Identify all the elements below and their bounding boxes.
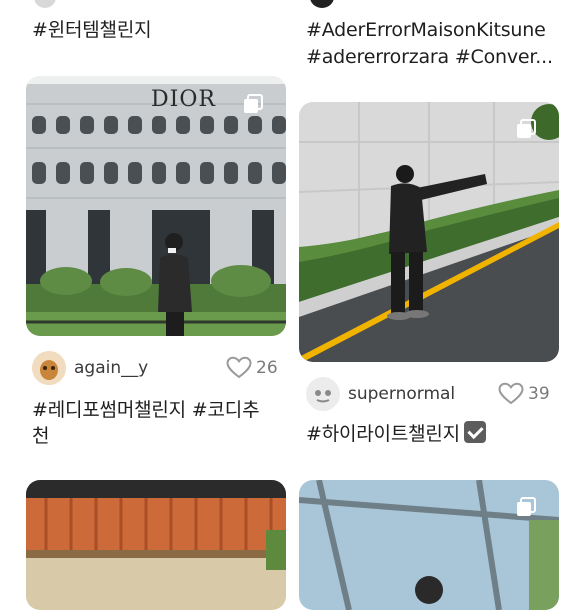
- username[interactable]: again__y: [74, 358, 148, 378]
- post-image-dior[interactable]: DIOR: [26, 76, 286, 336]
- post-image-roof[interactable]: [26, 480, 286, 610]
- heart-icon[interactable]: [226, 356, 252, 380]
- post-image-street[interactable]: [299, 102, 559, 362]
- avatar[interactable]: [306, 377, 340, 411]
- like-count: 26: [256, 358, 278, 378]
- dior-sign: DIOR: [151, 87, 216, 112]
- post-right-like[interactable]: 39: [498, 376, 550, 412]
- top-right-caption-line2[interactable]: #adererrorzara #Conver...: [306, 43, 553, 71]
- post-right-caption-text: #하이라이트챌린지: [306, 423, 460, 445]
- multi-image-icon: [243, 94, 263, 114]
- multi-image-icon: [516, 119, 536, 139]
- like-count: 39: [528, 384, 550, 404]
- post-left-caption-line1[interactable]: #레디포썸머챌린지 #코디추: [32, 396, 260, 424]
- top-right-caption-line1[interactable]: #AderErrorMaisonKitsune: [306, 16, 546, 44]
- post-left-caption-line2[interactable]: 천: [32, 422, 49, 450]
- top-left-avatar[interactable]: [34, 0, 56, 8]
- post-right-caption[interactable]: #하이라이트챌린지: [306, 420, 486, 448]
- post-right-user[interactable]: supernormal: [306, 376, 455, 412]
- top-left-caption[interactable]: #윈터템챌린지: [32, 16, 152, 44]
- avatar[interactable]: [32, 351, 66, 385]
- check-mark-icon: [463, 421, 486, 443]
- heart-icon[interactable]: [498, 382, 524, 406]
- multi-image-icon: [516, 497, 536, 517]
- top-right-avatar[interactable]: [310, 0, 334, 8]
- post-left-user[interactable]: again__y: [32, 350, 148, 386]
- post-left-like[interactable]: 26: [226, 350, 278, 386]
- username[interactable]: supernormal: [348, 384, 455, 404]
